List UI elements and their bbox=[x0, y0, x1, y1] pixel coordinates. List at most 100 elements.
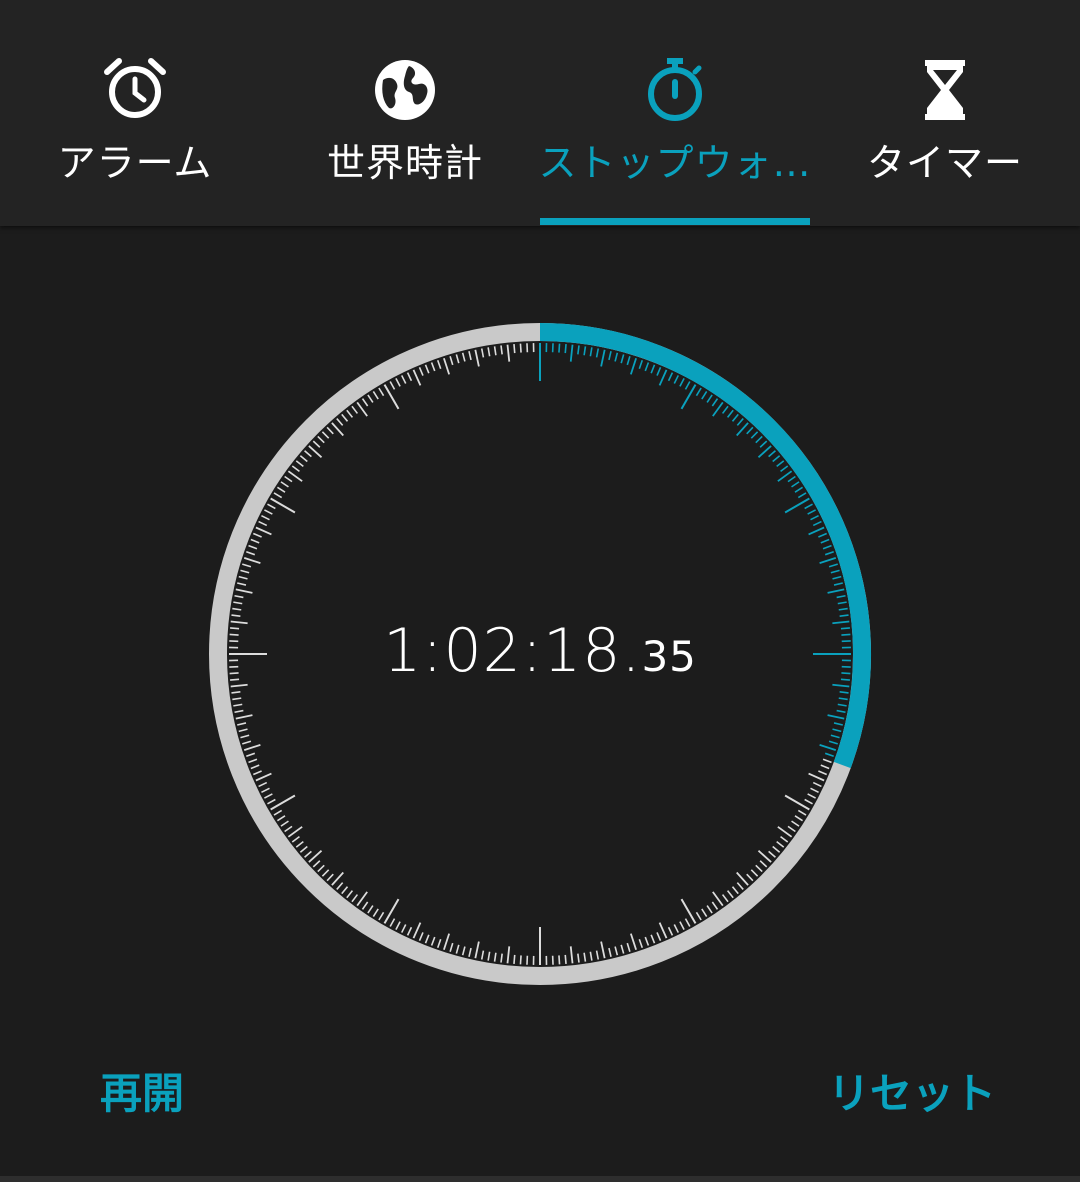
resume-button[interactable]: 再開 bbox=[100, 1060, 184, 1121]
dial-tick bbox=[291, 465, 300, 473]
dial-tick bbox=[828, 740, 838, 745]
dial-tick bbox=[768, 450, 776, 458]
dial-tick bbox=[569, 344, 574, 362]
dial-tick bbox=[383, 384, 400, 410]
dial-tick bbox=[443, 933, 451, 951]
active-tab-indicator bbox=[540, 218, 810, 225]
tab-world-clock[interactable]: 世界時計 bbox=[270, 0, 540, 226]
dial-tick bbox=[644, 936, 650, 946]
dial-tick bbox=[255, 526, 272, 536]
dial-tick bbox=[480, 950, 485, 960]
dial-tick bbox=[232, 697, 242, 701]
dial-tick bbox=[250, 764, 260, 770]
dial-tick bbox=[595, 950, 600, 960]
dial-tick bbox=[270, 794, 296, 811]
dial-tick bbox=[378, 911, 385, 921]
dial-tick bbox=[791, 481, 800, 488]
dial-tick bbox=[819, 743, 837, 751]
dial-tick bbox=[600, 941, 606, 959]
dial-tick bbox=[830, 734, 840, 739]
dial-tick bbox=[650, 934, 656, 944]
dial-tick bbox=[449, 356, 454, 366]
dial-tick bbox=[493, 346, 497, 356]
dial-tick bbox=[276, 486, 286, 493]
dial-tick bbox=[261, 787, 270, 793]
dial-tick bbox=[242, 563, 252, 568]
dial-tick bbox=[273, 809, 283, 816]
dial-tick bbox=[234, 594, 244, 599]
dial-tick bbox=[243, 557, 261, 565]
dial-tick bbox=[304, 450, 312, 458]
dial-tick bbox=[812, 520, 822, 527]
dial-tick bbox=[832, 575, 842, 580]
dial-tick bbox=[794, 815, 804, 822]
dial-tick bbox=[679, 921, 685, 930]
dial-tick bbox=[564, 344, 567, 354]
dial-tick bbox=[378, 387, 385, 397]
tab-timer-label: タイマー bbox=[866, 141, 1023, 185]
dial-tick bbox=[246, 752, 256, 758]
dial-tick bbox=[827, 588, 845, 594]
dial-tick bbox=[474, 349, 480, 367]
dial-tick bbox=[620, 944, 625, 954]
dial-tick bbox=[810, 787, 819, 793]
dial-tick bbox=[258, 781, 268, 788]
dial-tick bbox=[443, 357, 451, 375]
dial-tick bbox=[468, 947, 472, 957]
dial-tick bbox=[321, 431, 330, 439]
dial-tick bbox=[401, 924, 407, 933]
tab-alarm-label: アラーム bbox=[57, 141, 213, 185]
dial-tick bbox=[827, 714, 845, 720]
reset-button[interactable]: リセット bbox=[828, 1060, 996, 1121]
dial-tick bbox=[808, 772, 825, 782]
dial-tick bbox=[695, 911, 702, 921]
dial-tick bbox=[784, 794, 810, 811]
dial-tick bbox=[436, 938, 442, 948]
dial-tick bbox=[721, 894, 729, 903]
dial-tick bbox=[480, 348, 485, 358]
dial-tick bbox=[558, 955, 561, 965]
dial-tick bbox=[264, 509, 273, 515]
dial-tick bbox=[768, 850, 776, 858]
dial-tick bbox=[513, 344, 516, 354]
tab-stopwatch-label: ストップウォ… bbox=[538, 141, 812, 185]
dial-tick bbox=[264, 793, 273, 799]
dial-tick bbox=[361, 901, 369, 910]
dial-tick bbox=[726, 890, 734, 899]
dial-tick bbox=[746, 873, 754, 882]
dial-tick bbox=[248, 544, 258, 550]
dial-tick bbox=[506, 344, 511, 362]
globe-icon bbox=[375, 60, 435, 120]
dial-tick bbox=[234, 709, 244, 714]
dial-tick bbox=[233, 703, 243, 707]
dial-tick bbox=[418, 932, 424, 942]
dial-tick bbox=[336, 418, 344, 426]
dial-tick bbox=[772, 845, 781, 853]
tab-alarm[interactable]: アラーム bbox=[0, 0, 270, 226]
alarm-clock-icon bbox=[104, 58, 166, 118]
dial-tick bbox=[808, 526, 825, 536]
dial-tick bbox=[614, 352, 619, 362]
dial-tick bbox=[436, 360, 442, 370]
dial-tick bbox=[461, 352, 466, 362]
dial-tick bbox=[267, 503, 276, 510]
dial-tick bbox=[736, 418, 744, 426]
dial-tick bbox=[736, 882, 744, 890]
bottom-divider bbox=[0, 1176, 1080, 1182]
dial-tick bbox=[412, 922, 422, 939]
dial-tick bbox=[626, 356, 631, 366]
dial-tick bbox=[818, 770, 828, 776]
dial-tick bbox=[519, 343, 522, 353]
dial-tick bbox=[372, 390, 379, 400]
dial-tick bbox=[644, 362, 650, 372]
dial-tick bbox=[487, 347, 491, 357]
dial-tick bbox=[238, 575, 248, 580]
dial-tick bbox=[780, 465, 789, 473]
dial-tick bbox=[838, 607, 848, 611]
dial-tick bbox=[711, 398, 719, 407]
dial-tick bbox=[684, 381, 691, 390]
tab-timer[interactable]: タイマー bbox=[810, 0, 1080, 226]
dial-tick bbox=[839, 691, 849, 694]
tab-stopwatch[interactable]: ストップウォ… bbox=[538, 0, 812, 226]
dial-tick bbox=[791, 820, 800, 827]
